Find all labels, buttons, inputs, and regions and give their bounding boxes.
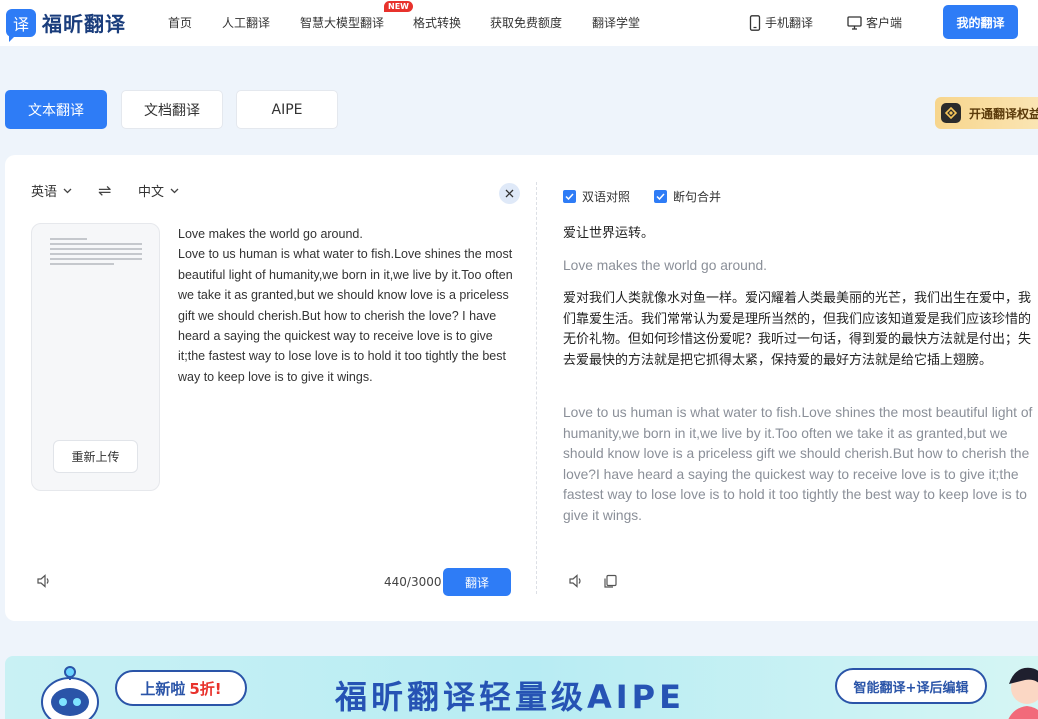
source-paragraph: Love to us human is what water to fish.L…	[178, 247, 513, 384]
client-link[interactable]: 客户端	[847, 14, 902, 31]
vip-button[interactable]: 开通翻译权益	[935, 97, 1038, 129]
tab-aipe[interactable]: AIPE	[236, 90, 338, 129]
speaker-icon[interactable]	[36, 573, 52, 589]
original-en-2: Love to us human is what water to fish.L…	[563, 405, 1033, 523]
logo-text: 福昕翻译	[42, 12, 126, 36]
client-label: 客户端	[866, 16, 903, 30]
document-thumbnail: 重新上传	[31, 223, 160, 491]
mobile-translate-link[interactable]: 手机翻译	[749, 14, 813, 31]
vip-label: 开通翻译权益	[969, 106, 1038, 121]
robot-mascot-icon	[41, 666, 99, 719]
checkbox-checked-icon	[563, 190, 576, 203]
banner-pill: 智能翻译+译后编辑	[835, 668, 987, 704]
checkbox-checked-icon	[654, 190, 667, 203]
tab-document-translation[interactable]: 文档翻译	[121, 90, 223, 129]
speaker-icon[interactable]	[568, 573, 584, 589]
chevron-down-icon	[170, 188, 179, 193]
logo[interactable]: 译 福昕翻译	[6, 8, 126, 42]
promo-banner[interactable]: 上新啦 5折! 福昕翻译轻量级AIPE 智能翻译+译后编辑	[5, 656, 1038, 719]
copy-icon[interactable]	[603, 574, 618, 589]
new-badge: NEW	[384, 1, 413, 12]
banner-title: 福昕翻译轻量级AIPE	[335, 678, 685, 716]
tab-text-translation[interactable]: 文本翻译	[5, 90, 107, 129]
top-header: 译 福昕翻译 首页 人工翻译 智慧大模型翻译 NEW 格式转换 获取免费额度 翻…	[0, 0, 1038, 46]
merge-sentences-checkbox[interactable]: 断句合并	[654, 188, 721, 205]
my-translation-button[interactable]: 我的翻译	[943, 5, 1018, 39]
swap-languages-icon[interactable]: ⇌	[98, 181, 111, 200]
reupload-button[interactable]: 重新上传	[53, 440, 138, 473]
source-line-1: Love makes the world go around.	[178, 227, 363, 241]
target-language-select[interactable]: 中文	[138, 181, 179, 200]
original-en-1: Love makes the world go around.	[563, 258, 768, 273]
logo-badge: 译	[6, 8, 36, 42]
target-language-label: 中文	[138, 185, 165, 200]
character-count: 440/3000	[384, 575, 442, 589]
monitor-icon	[847, 15, 862, 30]
person-illustration-icon	[1008, 667, 1038, 719]
promo-discount: 5折!	[189, 679, 222, 698]
chevron-down-icon	[63, 188, 72, 193]
panel-divider	[536, 182, 537, 594]
nav-human-translation[interactable]: 人工翻译	[222, 14, 270, 31]
translation-card: 英语 ⇌ 中文 重新上传 Love makes the world go aro…	[5, 155, 1038, 621]
promo-bubble: 上新啦 5折!	[115, 670, 247, 706]
source-language-label: 英语	[31, 185, 58, 200]
crown-icon	[941, 103, 961, 123]
bilingual-label: 双语对照	[582, 190, 631, 204]
source-text[interactable]: Love makes the world go around. Love to …	[178, 224, 514, 387]
nav-translation-school[interactable]: 翻译学堂	[592, 14, 640, 31]
promo-bubble-text: 上新啦	[140, 679, 186, 698]
bilingual-checkbox[interactable]: 双语对照	[563, 188, 630, 205]
thumbnail-preview-lines	[50, 238, 142, 268]
nav-home[interactable]: 首页	[168, 14, 192, 31]
mobile-translate-label: 手机翻译	[765, 16, 814, 30]
nav-free-quota[interactable]: 获取免费额度	[490, 14, 562, 31]
translation-zh-2: 爱对我们人类就像水对鱼一样。爱闪耀着人类最美丽的光芒，我们出生在爱中，我们靠爱生…	[563, 291, 1032, 368]
translation-zh-1: 爱让世界运转。	[563, 226, 655, 241]
clear-button[interactable]	[499, 183, 520, 204]
source-language-select[interactable]: 英语	[31, 181, 72, 200]
nav-format-convert[interactable]: 格式转换	[413, 14, 461, 31]
merge-sentences-label: 断句合并	[673, 190, 722, 204]
phone-icon	[749, 14, 761, 31]
close-icon	[505, 189, 514, 198]
translate-button[interactable]: 翻译	[443, 568, 511, 596]
nav-llm-translation[interactable]: 智慧大模型翻译	[300, 14, 384, 31]
